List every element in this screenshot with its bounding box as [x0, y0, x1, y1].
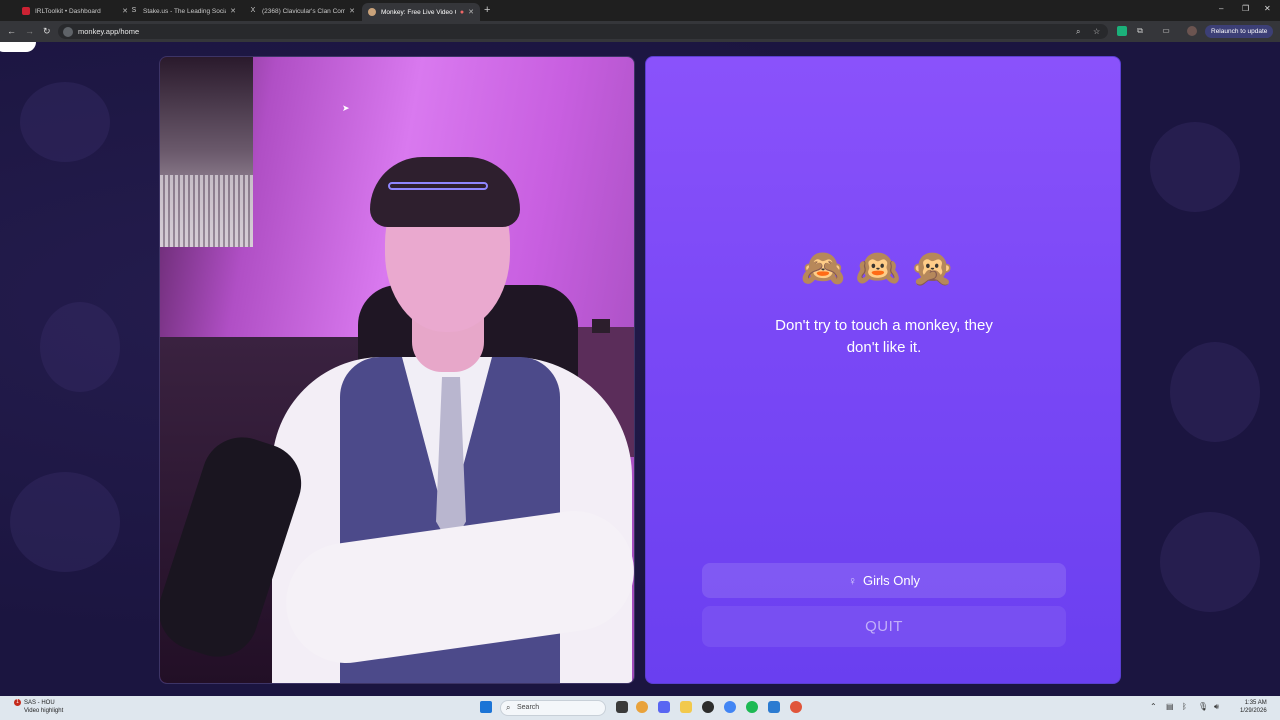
quit-button[interactable]: QUIT: [702, 606, 1066, 647]
sunglasses-on-head: [388, 182, 488, 190]
relaunch-button[interactable]: Relaunch to update: [1205, 25, 1274, 38]
background-blob: [20, 82, 110, 162]
minimize-icon[interactable]: –: [1219, 4, 1223, 13]
search-placeholder: Search: [517, 704, 540, 711]
bluetooth-icon[interactable]: ᛒ: [1182, 702, 1187, 711]
forward-icon[interactable]: →: [25, 26, 34, 36]
task-view-icon[interactable]: [616, 701, 628, 713]
tab-stake[interactable]: S Stake.us - The Leading Social C ✕: [124, 3, 242, 19]
puzzle-extensions-icon[interactable]: ⧉: [1135, 26, 1145, 36]
chrome-profile-icon[interactable]: [724, 701, 736, 713]
tab-title: (2368) Clavicular's Clan Commu: [262, 7, 346, 15]
widget-subtitle: Video highlight: [24, 708, 64, 714]
mic-icon[interactable]: 🎙︎: [1198, 702, 1208, 711]
start-menu-icon[interactable]: [480, 701, 492, 713]
extension-icon[interactable]: [1117, 26, 1127, 36]
reload-icon[interactable]: ↻: [43, 26, 51, 37]
irltoolkit-icon: [22, 7, 30, 15]
obs-icon[interactable]: [702, 701, 714, 713]
shelf-object: [592, 319, 610, 333]
background-blob: [1170, 342, 1260, 442]
mouse-cursor-icon: ➤: [342, 103, 350, 113]
taskbar-clock[interactable]: 1:35 AM 1/29/2026: [1240, 699, 1267, 715]
spotify-icon[interactable]: [746, 701, 758, 713]
window-close-icon[interactable]: ✕: [1264, 4, 1271, 13]
close-icon[interactable]: ✕: [349, 7, 355, 15]
taskbar: SAS - HOU Video highlight 1 ⌕ Search ⌃ ▤…: [0, 696, 1280, 720]
notification-badge: 1: [14, 699, 21, 706]
omnibox[interactable]: monkey.app/home ⌕ ☆: [58, 24, 1108, 39]
zoom-icon[interactable]: ⌕: [1076, 27, 1080, 37]
tab-monkey[interactable]: Monkey: Free Live Video C ● ✕: [362, 3, 480, 21]
girls-only-label: Girls Only: [862, 573, 921, 588]
girls-only-button[interactable]: ♀ Girls Only: [702, 563, 1066, 598]
close-icon[interactable]: ✕: [230, 7, 236, 15]
person-hair: [370, 157, 520, 227]
date: 1/29/2026: [1240, 708, 1267, 714]
discord-icon[interactable]: [658, 701, 670, 713]
file-explorer-icon[interactable]: [680, 701, 692, 713]
background-blob: [1150, 122, 1240, 212]
taskbar-search[interactable]: ⌕ Search: [500, 700, 606, 716]
close-icon[interactable]: ✕: [468, 8, 474, 16]
url-text[interactable]: monkey.app/home: [78, 27, 139, 36]
back-icon[interactable]: ←: [7, 26, 16, 36]
three-monkeys-emoji: 🙈🙉🙊: [800, 248, 966, 289]
time: 1:35 AM: [1244, 700, 1267, 706]
chrome-icon[interactable]: [636, 701, 648, 713]
tab-title: Stake.us - The Leading Social C: [143, 7, 226, 15]
tab-x-clan[interactable]: X (2368) Clavicular's Clan Commu ✕: [243, 3, 361, 19]
restore-icon[interactable]: ❐: [1242, 4, 1249, 13]
tab-title: IRLToolkit • Dashboard: [35, 7, 101, 15]
stake-icon: S: [131, 7, 137, 14]
monkey-app-page: ➤ 🙈🙉🙊 Don't try to touch a monkey, they …: [0, 42, 1280, 696]
tab-bar: IRLToolkit • Dashboard ✕ S Stake.us - Th…: [0, 0, 1280, 21]
monkey-logo[interactable]: [0, 42, 36, 52]
local-video-panel: ➤: [159, 56, 635, 684]
female-icon: ♀: [847, 573, 857, 588]
bookmark-star-icon[interactable]: ☆: [1093, 27, 1100, 36]
new-tab-button[interactable]: +: [484, 4, 490, 16]
tab-title: Monkey: Free Live Video C: [381, 8, 456, 16]
match-info-panel: 🙈🙉🙊 Don't try to touch a monkey, they do…: [645, 56, 1121, 684]
tab-irltoolkit[interactable]: IRLToolkit • Dashboard ✕: [16, 3, 134, 19]
tray-overflow-icon[interactable]: ⌃: [1150, 702, 1157, 711]
background-blob: [40, 302, 120, 392]
recording-icon: ●: [459, 8, 465, 16]
monkey-icon: [368, 8, 376, 16]
network-icon[interactable]: ▤: [1166, 702, 1174, 711]
wall-poster-crowd: [160, 175, 253, 247]
chrome-alt-icon[interactable]: [790, 701, 802, 713]
side-panel-icon[interactable]: ▭: [1161, 26, 1171, 36]
volume-icon[interactable]: 🔊︎: [1214, 702, 1219, 712]
background-blob: [1160, 512, 1260, 612]
site-info-icon[interactable]: [63, 27, 73, 37]
notepad-icon[interactable]: [768, 701, 780, 713]
tip-text: Don't try to touch a monkey, they don't …: [775, 317, 993, 356]
search-icon: ⌕: [506, 703, 511, 712]
profile-avatar[interactable]: [1187, 26, 1197, 36]
address-bar: ← → ↻ monkey.app/home ⌕ ☆: [0, 21, 1280, 42]
x-icon: X: [250, 7, 256, 14]
background-blob: [10, 472, 120, 572]
